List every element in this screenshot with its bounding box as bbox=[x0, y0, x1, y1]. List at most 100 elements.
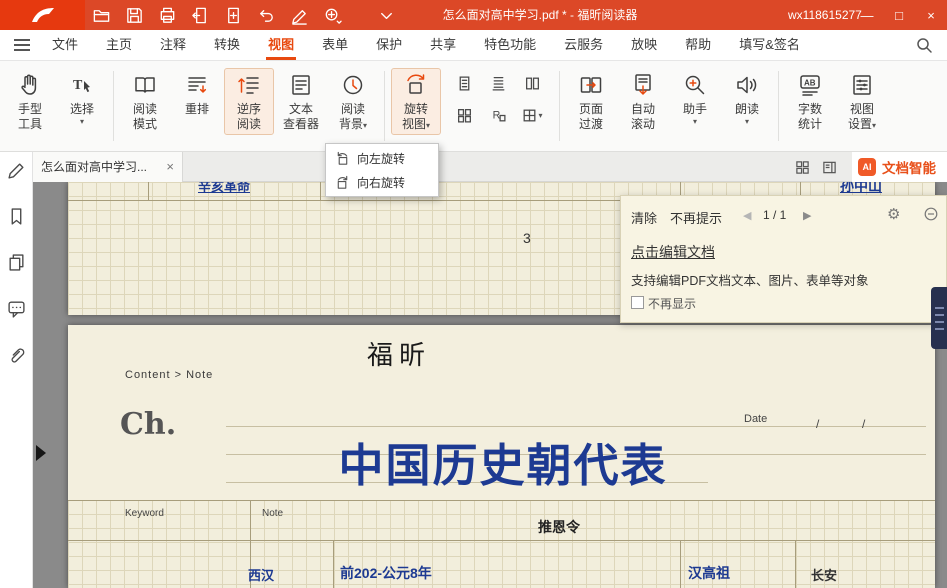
doc-text: 长安 bbox=[811, 565, 837, 584]
date-slash: / bbox=[816, 417, 819, 431]
doc-intelligence-button[interactable]: AI 文档智能 bbox=[852, 152, 947, 182]
page-thumbnails-icon[interactable] bbox=[7, 253, 26, 272]
continuous-view-button[interactable] bbox=[484, 71, 512, 96]
bookmark-icon[interactable] bbox=[7, 207, 26, 226]
minimize-button[interactable]: — bbox=[851, 0, 883, 30]
collapse-circle-icon[interactable] bbox=[924, 207, 938, 221]
next-page-icon[interactable]: ▶ bbox=[803, 209, 811, 222]
document-tab[interactable]: 怎么面对高中学习... × bbox=[33, 152, 183, 182]
pdf-page-2: 福昕 Content > Note Ch. Date / / 中国历史朝代表 K… bbox=[68, 325, 935, 588]
prev-page-icon[interactable]: ◀ bbox=[743, 209, 751, 222]
rotate-left-icon bbox=[335, 151, 350, 166]
menu-view[interactable]: 视图 bbox=[254, 30, 308, 60]
menu-comment[interactable]: 注释 bbox=[146, 30, 200, 60]
scroll-grip[interactable] bbox=[931, 287, 947, 349]
clear-button[interactable]: 清除 bbox=[631, 208, 657, 227]
grid-view-icon[interactable] bbox=[795, 160, 810, 175]
word-count-button[interactable]: AB 字数 统计 bbox=[785, 68, 835, 135]
undo-icon[interactable] bbox=[257, 6, 276, 25]
annotate-pencil-icon[interactable] bbox=[7, 161, 26, 180]
open-file-icon[interactable] bbox=[92, 6, 111, 25]
select-tool-button[interactable]: T 选择 ▾ bbox=[57, 68, 107, 129]
menu-fill-sign[interactable]: 填写&签名 bbox=[725, 30, 814, 60]
tab-title: 怎么面对高中学习... bbox=[41, 158, 147, 175]
tab-close-icon[interactable]: × bbox=[166, 160, 174, 173]
assistant-button[interactable]: 助手 ▾ bbox=[670, 68, 720, 129]
edit-document-link[interactable]: 点击编辑文档 bbox=[631, 242, 715, 262]
facing-view-button[interactable] bbox=[518, 71, 546, 96]
paperclip-icon[interactable] bbox=[7, 345, 26, 364]
search-icon[interactable] bbox=[915, 36, 933, 54]
menu-file[interactable]: 文件 bbox=[38, 30, 92, 60]
page-transition-button[interactable]: 页面 过渡 bbox=[566, 68, 616, 135]
single-page-icon bbox=[456, 75, 473, 92]
print-icon[interactable] bbox=[158, 6, 177, 25]
export-doc-icon[interactable] bbox=[191, 6, 210, 25]
foxit-watermark: 福昕 bbox=[367, 335, 431, 372]
window-title: 怎么面对高中学习.pdf * - 福昕阅读器 bbox=[443, 0, 638, 30]
chevron-down-icon: ▾ bbox=[745, 117, 749, 126]
word-count-icon: AB bbox=[797, 72, 823, 98]
chevron-down-icon: ▾ bbox=[426, 121, 430, 130]
document-area[interactable]: 辛亥革命 孙中山 3 福昕 Content > Note Ch. Date / … bbox=[33, 182, 947, 588]
text-viewer-button[interactable]: 文本 查看器 bbox=[276, 68, 326, 135]
split-view-button[interactable]: R bbox=[484, 103, 512, 128]
doc-intelligence-label: 文档智能 bbox=[882, 157, 936, 177]
no-remind-button[interactable]: 不再提示 bbox=[670, 208, 722, 227]
view-settings-icon bbox=[849, 72, 875, 98]
page-panel-icon[interactable] bbox=[822, 160, 837, 175]
comment-bubble-icon[interactable] bbox=[7, 299, 26, 318]
save-icon[interactable] bbox=[125, 6, 144, 25]
panel-expand-arrow[interactable] bbox=[36, 445, 46, 461]
hamburger-icon[interactable] bbox=[14, 39, 30, 51]
doc-text: 推恩令 bbox=[538, 517, 580, 537]
rotate-view-button[interactable]: 旋转 视图▾ bbox=[391, 68, 441, 135]
menu-presentation[interactable]: 放映 bbox=[617, 30, 671, 60]
page-display-button[interactable]: ▾ bbox=[518, 103, 546, 128]
ribbon-divider bbox=[559, 71, 560, 141]
table-line bbox=[68, 500, 935, 501]
svg-text:T: T bbox=[73, 78, 83, 93]
reflow-button[interactable]: 重排 bbox=[172, 68, 222, 120]
read-mode-button[interactable]: 阅读 模式 bbox=[120, 68, 170, 135]
menu-share[interactable]: 共享 bbox=[416, 30, 470, 60]
page-number: 3 bbox=[523, 230, 531, 246]
share-settings-icon[interactable] bbox=[323, 6, 342, 25]
reading-background-button[interactable]: 阅读 背景▾ bbox=[328, 68, 378, 135]
dont-show-checkbox[interactable] bbox=[631, 296, 644, 309]
ribbon-divider bbox=[113, 71, 114, 141]
rotate-view-icon bbox=[403, 72, 429, 98]
edit-pen-icon[interactable] bbox=[290, 6, 309, 25]
text-doc-icon bbox=[288, 72, 314, 98]
menu-form[interactable]: 表单 bbox=[308, 30, 362, 60]
view-settings-button[interactable]: 视图 设置▾ bbox=[837, 68, 887, 135]
hand-tool-button[interactable]: 手型 工具 bbox=[5, 68, 55, 135]
single-page-view-button[interactable] bbox=[450, 71, 478, 96]
rotate-left-item[interactable]: 向左旋转 bbox=[326, 146, 438, 170]
menu-help[interactable]: 帮助 bbox=[671, 30, 725, 60]
menu-protect[interactable]: 保护 bbox=[362, 30, 416, 60]
read-aloud-button[interactable]: 朗读 ▾ bbox=[722, 68, 772, 129]
new-doc-icon[interactable] bbox=[224, 6, 243, 25]
gear-icon[interactable]: ⚙ bbox=[887, 205, 900, 223]
menu-cloud[interactable]: 云服务 bbox=[550, 30, 617, 60]
doc-text: 孙中山 bbox=[840, 182, 882, 196]
rotate-view-menu: 向左旋转 向右旋转 bbox=[325, 143, 439, 197]
chevron-down-icon: ▾ bbox=[693, 117, 697, 126]
foxit-logo[interactable] bbox=[0, 0, 85, 30]
menu-home[interactable]: 主页 bbox=[92, 30, 146, 60]
menu-convert[interactable]: 转换 bbox=[200, 30, 254, 60]
close-button[interactable]: × bbox=[915, 0, 947, 30]
facing-pages-icon bbox=[524, 75, 541, 92]
rotate-right-item[interactable]: 向右旋转 bbox=[326, 170, 438, 194]
chevron-down-icon: ▾ bbox=[872, 121, 876, 130]
reverse-reading-button[interactable]: 逆序 阅读 bbox=[224, 68, 274, 135]
ribbon-divider bbox=[384, 71, 385, 141]
toolbar-chevron-icon[interactable] bbox=[377, 6, 396, 25]
doc-breadcrumb: Content > Note bbox=[125, 369, 213, 381]
tip-description: 支持编辑PDF文档文本、图片、表单等对象 bbox=[631, 270, 869, 289]
maximize-button[interactable]: □ bbox=[883, 0, 915, 30]
auto-scroll-button[interactable]: 自动 滚动 bbox=[618, 68, 668, 135]
continuous-facing-view-button[interactable] bbox=[450, 103, 478, 128]
menu-features[interactable]: 特色功能 bbox=[470, 30, 550, 60]
